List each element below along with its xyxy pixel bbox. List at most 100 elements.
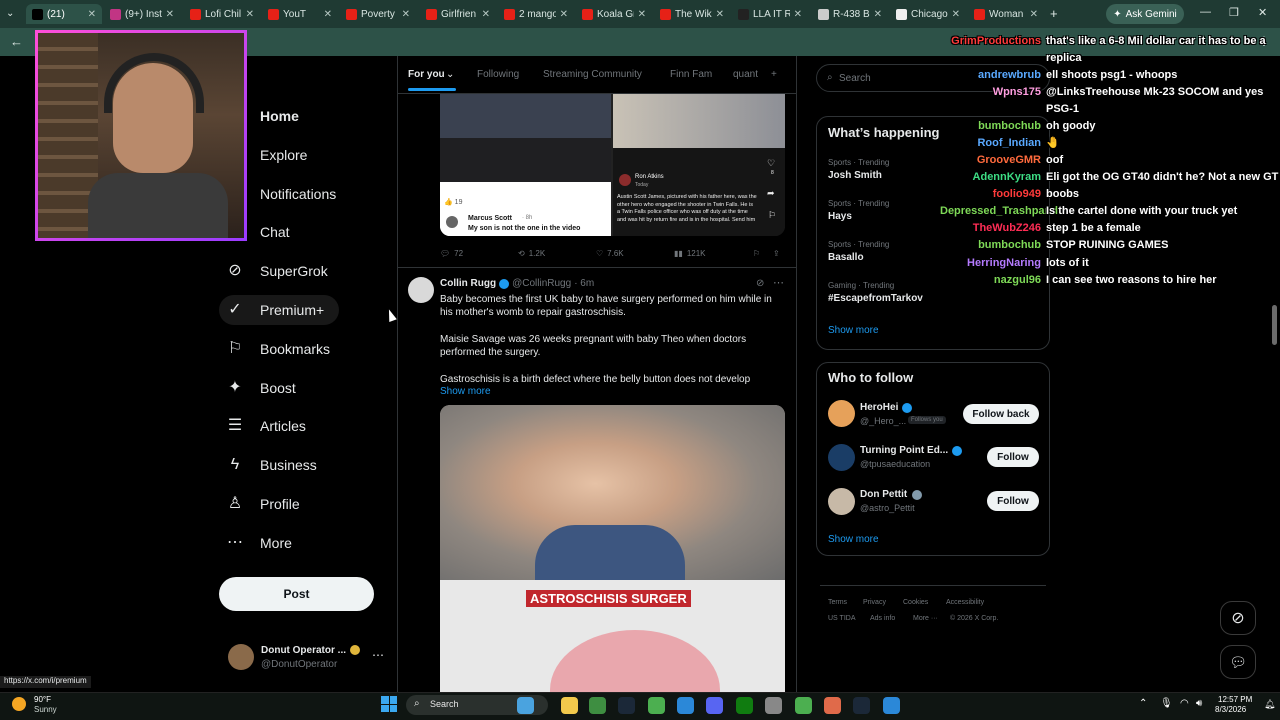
app-icon-launcher[interactable] — [883, 697, 900, 714]
close-tab-icon[interactable]: ✕ — [482, 9, 490, 20]
close-window-icon[interactable]: ✕ — [1258, 6, 1267, 19]
chat-username[interactable]: bumbochub — [940, 238, 1041, 252]
chat-username[interactable]: HerringNaring — [940, 256, 1041, 270]
chat-username[interactable]: GrooveGMR — [940, 153, 1041, 167]
close-tab-icon[interactable]: ✕ — [324, 9, 332, 20]
minimize-icon[interactable]: — — [1200, 6, 1211, 18]
weather-icon[interactable] — [12, 697, 26, 711]
volume-icon[interactable]: 🔊︎ — [1196, 698, 1202, 709]
tab-list-button[interactable]: ⌄ — [6, 8, 14, 19]
chat-username[interactable]: bumbochub — [940, 119, 1041, 133]
app-icon-steam-2[interactable] — [853, 697, 870, 714]
footer-link[interactable]: Privacy — [863, 599, 886, 606]
windows-start-icon[interactable] — [381, 696, 397, 712]
footer-link[interactable]: Ads info — [870, 615, 895, 622]
chat-username[interactable]: Depressed_Trashpanda — [940, 204, 1064, 218]
follow-name[interactable]: Don Pettit — [860, 489, 907, 500]
mic-icon[interactable]: 🎙︎ — [1160, 698, 1173, 709]
nav-item-premium[interactable]: ✓ Premium+ — [226, 295, 324, 325]
chat-username[interactable]: nazgul96 — [940, 273, 1041, 287]
trend-item[interactable]: Josh Smith — [828, 170, 882, 181]
tray-chevron-icon[interactable]: ⌃ — [1139, 698, 1147, 709]
share-icon[interactable]: ➦ — [767, 188, 775, 199]
nav-item-notifications[interactable]: Notifications — [226, 179, 336, 209]
tab-following[interactable]: Following — [477, 69, 519, 80]
trends-show-more[interactable]: Show more — [828, 325, 879, 336]
clock-date[interactable]: 8/3/2026 — [1215, 705, 1246, 714]
follow-button[interactable]: Follow — [987, 491, 1039, 511]
browser-tab[interactable]: R-438 B ✕ — [812, 4, 888, 24]
new-tab-button[interactable]: + — [1050, 6, 1058, 21]
nav-item-articles[interactable]: ☰ Articles — [226, 411, 306, 441]
follow-show-more[interactable]: Show more — [828, 534, 879, 545]
nav-item-more[interactable]: ⋯ More — [226, 528, 292, 558]
trend-item[interactable]: #EscapefromTarkov — [828, 293, 923, 304]
browser-tab[interactable]: LLA IT R ✕ — [732, 4, 808, 24]
app-icon-chrome-active[interactable] — [795, 697, 812, 714]
follow-back-button[interactable]: Follow back — [963, 404, 1039, 424]
browser-tab[interactable]: (21) ✕ — [26, 4, 102, 24]
show-more-link[interactable]: Show more — [440, 386, 491, 397]
browser-tab[interactable]: The Wik ✕ — [654, 4, 730, 24]
follow-name[interactable]: HeroHei — [860, 402, 898, 413]
weather-desc[interactable]: Sunny — [34, 705, 57, 714]
wifi-icon[interactable]: ◠ — [1180, 698, 1189, 709]
app-icon-steam[interactable] — [618, 697, 635, 714]
back-icon[interactable]: ← — [10, 34, 23, 49]
app-icon-terminal[interactable] — [589, 697, 606, 714]
footer-link[interactable]: Terms — [828, 599, 847, 606]
browser-tab[interactable]: Chicago ✕ — [890, 4, 966, 24]
close-tab-icon[interactable]: ✕ — [874, 9, 882, 20]
chevron-down-icon[interactable]: ⌄ — [446, 69, 454, 80]
chat-username[interactable]: TheWubZ246 — [940, 221, 1041, 235]
bookmark-icon[interactable]: ⚐ — [768, 210, 776, 221]
ask-gemini-button[interactable]: ✦ Ask Gemini — [1106, 4, 1184, 24]
nav-item-bookmarks[interactable]: ⚐ Bookmarks — [226, 334, 330, 364]
tab-finn-fam[interactable]: Finn Fam — [670, 69, 712, 80]
browser-tab[interactable]: Koala Gr ✕ — [576, 4, 652, 24]
close-tab-icon[interactable]: ✕ — [560, 9, 568, 20]
notifications-icon[interactable]: 🔔︎ — [1264, 699, 1275, 710]
clock-time[interactable]: 12:57 PM — [1218, 695, 1252, 704]
app-icon-copilot[interactable] — [517, 697, 534, 714]
app-icon-file-explorer[interactable] — [561, 697, 578, 714]
bookmark-action[interactable]: ⚐ — [753, 249, 760, 258]
views-action[interactable]: ▮▮ 121K — [674, 249, 706, 258]
app-icon-settings[interactable] — [765, 697, 782, 714]
app-icon-obs[interactable] — [824, 697, 841, 714]
avatar[interactable] — [828, 444, 855, 471]
close-tab-icon[interactable]: ✕ — [1030, 9, 1038, 20]
close-tab-icon[interactable]: ✕ — [88, 9, 96, 20]
post-more-icon[interactable]: ⋯ — [773, 276, 784, 289]
previous-post-media[interactable]: AJ Scott 👍 19 Marcus Scott · 8h My son i… — [440, 94, 785, 236]
chat-username[interactable]: andrewbrub — [940, 68, 1041, 82]
close-tab-icon[interactable]: ✕ — [794, 9, 802, 20]
nav-item-home[interactable]: Home — [226, 101, 299, 131]
grok-fab[interactable]: ⊘ — [1220, 601, 1256, 635]
close-tab-icon[interactable]: ✕ — [402, 9, 410, 20]
browser-tab[interactable]: 2 mango ✕ — [498, 4, 574, 24]
chat-username[interactable]: Roof_Indian — [940, 136, 1041, 150]
footer-link[interactable]: Accessibility — [946, 599, 984, 606]
more-icon[interactable]: ⋯ — [372, 648, 384, 662]
browser-tab[interactable]: Woman ✕ — [968, 4, 1044, 24]
trend-item[interactable]: Hays — [828, 211, 852, 222]
browser-tab[interactable]: Lofi Chil ✕ — [184, 4, 260, 24]
like-action[interactable]: ♡ 7.6K — [596, 249, 624, 258]
author-avatar[interactable] — [408, 277, 434, 303]
browser-tab[interactable]: YouT ✕ — [262, 4, 338, 24]
browser-tab[interactable]: Poverty ✕ — [340, 4, 416, 24]
app-icon-edge[interactable] — [677, 697, 694, 714]
follow-name[interactable]: Turning Point Ed... — [860, 445, 948, 456]
app-icon-chrome[interactable] — [648, 697, 665, 714]
avatar[interactable] — [828, 400, 855, 427]
chat-username[interactable]: AdennKyram — [940, 170, 1041, 184]
maximize-icon[interactable]: ❐ — [1229, 6, 1239, 19]
chat-username[interactable]: GrimProductions — [940, 34, 1041, 48]
close-tab-icon[interactable]: ✕ — [166, 9, 174, 20]
close-tab-icon[interactable]: ✕ — [638, 9, 646, 20]
post-video[interactable]: ASTROSCHISIS SURGER — [440, 405, 785, 692]
footer-link[interactable]: More ··· — [913, 615, 938, 622]
tab-quant[interactable]: quant — [733, 69, 758, 80]
scrollbar-thumb[interactable] — [1272, 305, 1277, 345]
